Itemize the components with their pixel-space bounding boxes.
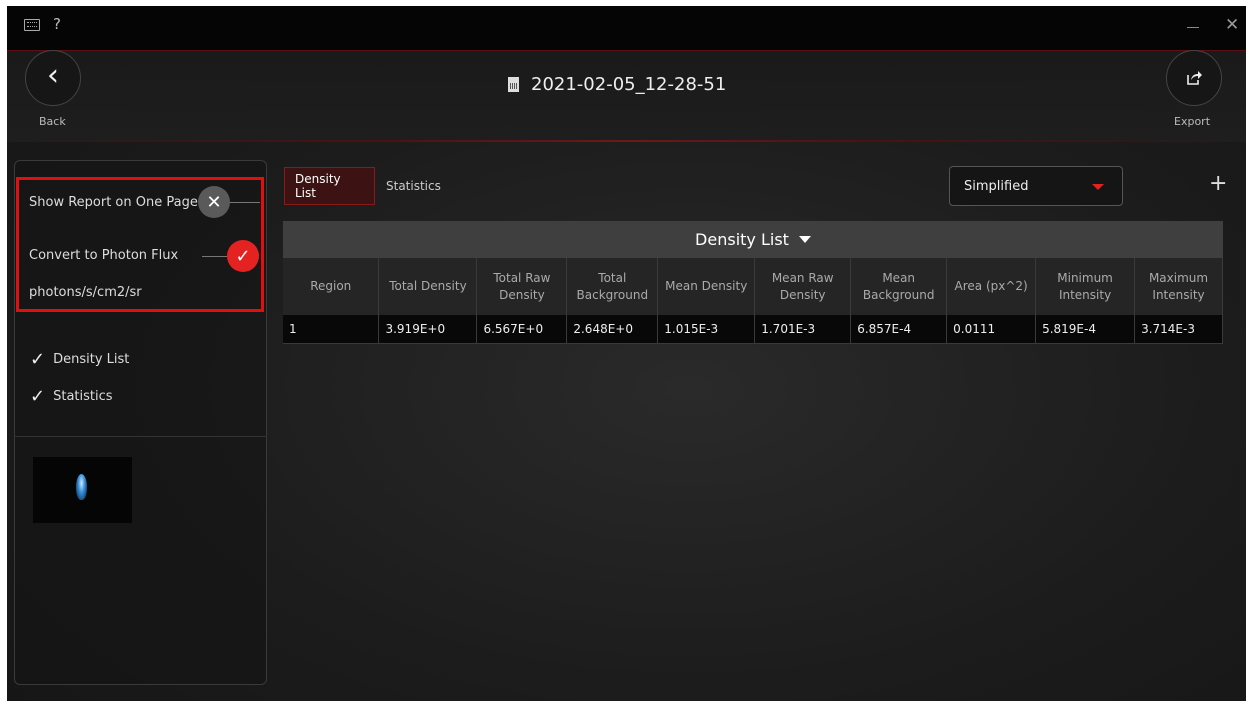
checkmark-icon: ✓ (30, 386, 46, 407)
add-icon[interactable]: + (1209, 171, 1227, 196)
section-statistics[interactable]: ✓ Statistics (30, 386, 113, 407)
export-button[interactable] (1166, 50, 1222, 106)
mode-dropdown[interactable]: Simplified (949, 166, 1123, 206)
table-title: Density List (695, 230, 789, 249)
caret-down-icon (798, 236, 811, 243)
table-header-row: Region Total Density Total Raw Density T… (283, 258, 1223, 315)
table-cell: 1.701E-3 (754, 315, 852, 344)
section-label: Density List (53, 352, 130, 367)
table-cell: 3.919E+0 (378, 315, 478, 344)
document-title-text: 2021-02-05_12-28-51 (531, 74, 727, 95)
tab-statistics[interactable]: Statistics (376, 167, 451, 205)
column-header: Total Density (378, 258, 478, 315)
table-cell: 1.015E-3 (657, 315, 756, 344)
table-cell: 2.648E+0 (566, 315, 659, 344)
table-title-bar[interactable]: Density List (283, 221, 1223, 258)
mode-dropdown-value: Simplified (964, 178, 1029, 194)
tab-density-list[interactable]: Density List (284, 167, 375, 205)
back-button[interactable]: ‹ (25, 50, 81, 106)
caret-down-icon (1092, 184, 1104, 190)
table-cell: 6.567E+0 (476, 315, 568, 344)
table-row[interactable]: 1 3.919E+0 6.567E+0 2.648E+0 1.015E-3 1.… (283, 315, 1223, 344)
help-button[interactable]: ? (53, 15, 61, 33)
checkmark-icon: ✓ (30, 349, 46, 370)
back-label: Back (39, 115, 66, 128)
column-header: Minimum Intensity (1035, 258, 1136, 315)
column-header: Maximum Intensity (1134, 258, 1223, 315)
panel-divider (14, 436, 267, 437)
section-label: Statistics (53, 389, 113, 404)
table-cell: 6.857E-4 (850, 315, 948, 344)
header-divider (7, 140, 1246, 142)
title-bar: ? ✕ (7, 6, 1246, 50)
keyboard-icon[interactable] (24, 19, 40, 31)
column-header: Mean Density (657, 258, 756, 315)
close-icon[interactable]: ✕ (1225, 15, 1239, 35)
column-header: Mean Background (850, 258, 948, 315)
mouse-image (76, 474, 87, 500)
minimize-icon[interactable] (1187, 27, 1199, 28)
table-cell: 5.819E-4 (1035, 315, 1136, 344)
density-table: Region Total Density Total Raw Density T… (283, 258, 1223, 344)
column-header: Mean Raw Density (754, 258, 852, 315)
export-label: Export (1174, 115, 1211, 128)
document-title: 2021-02-05_12-28-51 (508, 74, 726, 95)
document-icon (508, 77, 519, 92)
table-cell: 3.714E-3 (1134, 315, 1223, 344)
chevron-left-icon: ‹ (47, 58, 59, 93)
share-icon (1187, 71, 1202, 85)
column-header: Total Background (566, 258, 659, 315)
image-thumbnail[interactable] (33, 457, 132, 523)
header (7, 50, 1246, 142)
highlight-box (16, 177, 264, 312)
section-density-list[interactable]: ✓ Density List (30, 349, 129, 370)
table-cell: 1 (283, 315, 380, 344)
column-header: Area (px^2) (946, 258, 1037, 315)
column-header: Region (283, 258, 380, 315)
table-cell: 0.0111 (946, 315, 1037, 344)
column-header: Total Raw Density (476, 258, 568, 315)
